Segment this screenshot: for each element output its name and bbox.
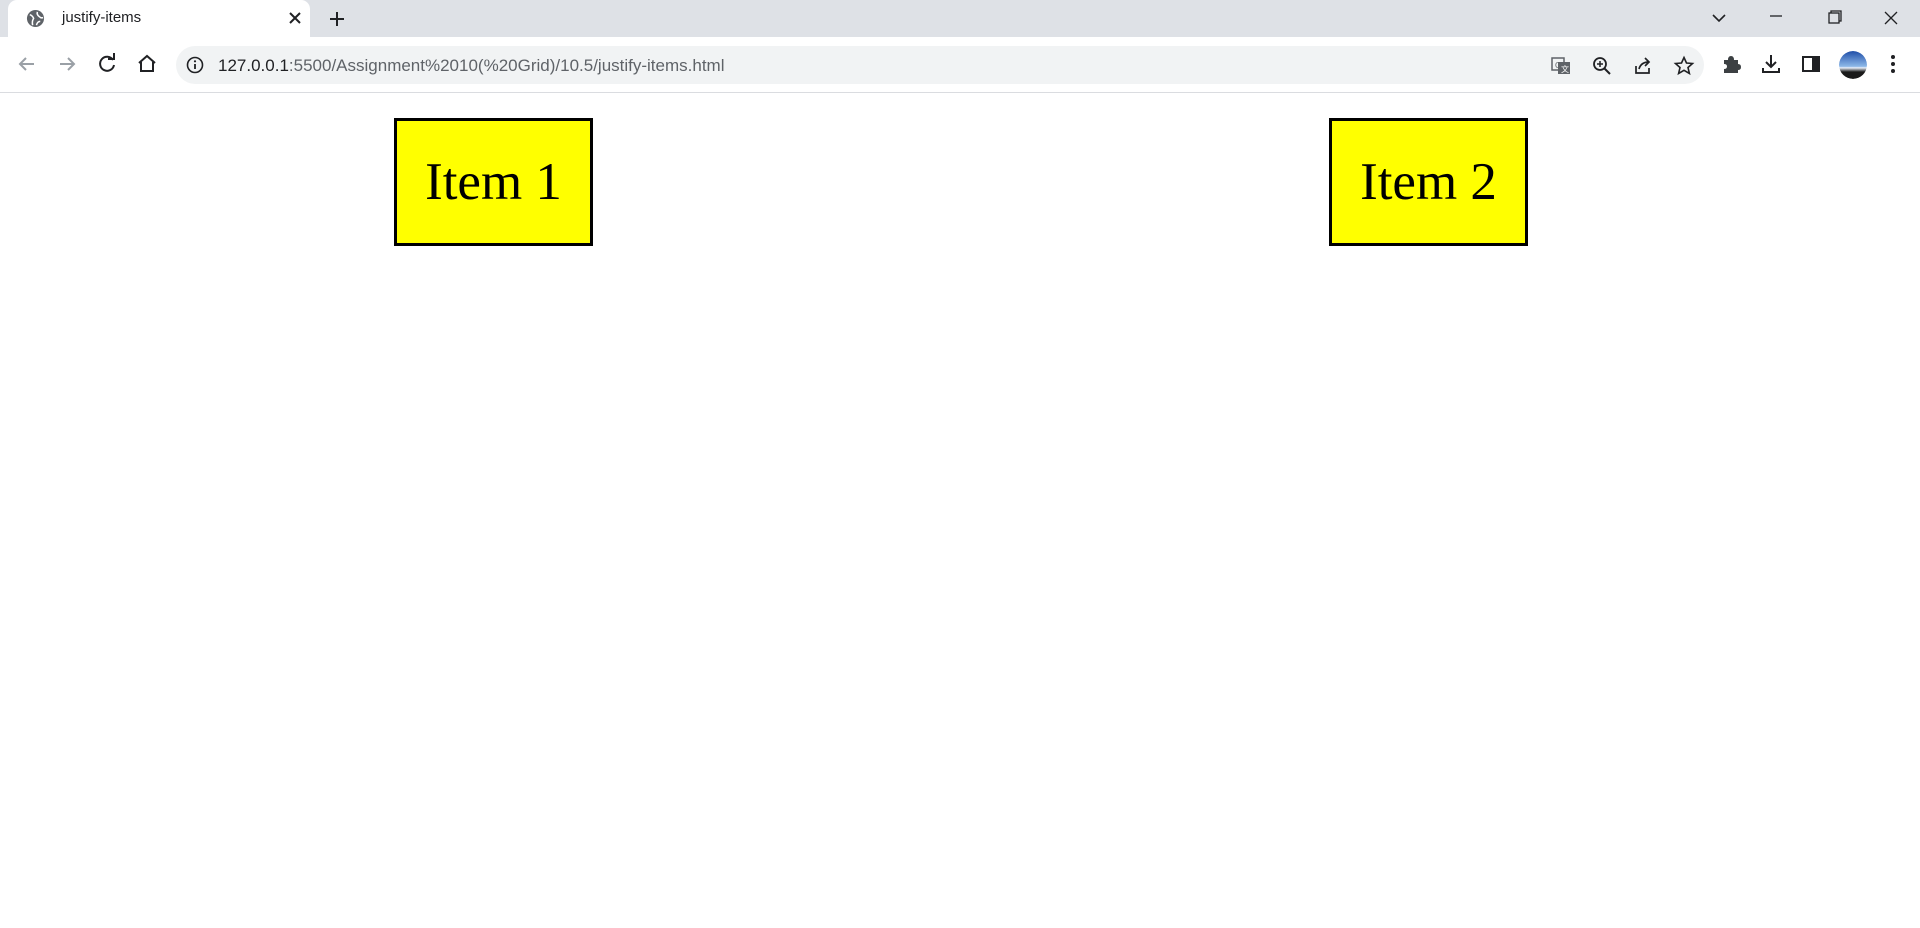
chevron-down-icon[interactable] [1704, 4, 1734, 32]
reload-icon[interactable] [94, 51, 120, 77]
download-icon[interactable] [1758, 51, 1784, 77]
restore-icon[interactable] [1819, 4, 1849, 32]
browser-tab[interactable]: justify-items [8, 0, 310, 37]
plus-icon[interactable] [325, 7, 349, 31]
side-panel-icon[interactable] [1798, 51, 1824, 77]
share-icon[interactable] [1632, 55, 1654, 77]
address-bar[interactable]: 127.0.0.1:5500/Assignment%2010(%20Grid)/… [176, 46, 1704, 84]
grid-item-1: Item 1 [394, 118, 593, 246]
svg-text:文: 文 [1561, 64, 1569, 74]
puzzle-icon[interactable] [1718, 51, 1744, 77]
kebab-menu-icon[interactable] [1880, 51, 1906, 77]
close-icon[interactable] [1876, 4, 1906, 32]
tab-strip: justify-items [0, 0, 1920, 37]
home-icon[interactable] [134, 51, 160, 77]
info-icon[interactable] [186, 56, 204, 74]
url-path: :5500/Assignment%2010(%20Grid)/10.5/just… [288, 56, 725, 75]
profile-avatar[interactable] [1839, 51, 1867, 79]
translate-icon[interactable]: G文 [1550, 55, 1572, 77]
star-icon[interactable] [1673, 55, 1695, 77]
forward-arrow-icon[interactable] [54, 51, 80, 77]
grid-item-2: Item 2 [1329, 118, 1528, 246]
url-text[interactable]: 127.0.0.1:5500/Assignment%2010(%20Grid)/… [218, 56, 725, 75]
zoom-icon[interactable] [1591, 55, 1613, 77]
tab-title: justify-items [62, 9, 142, 26]
back-arrow-icon[interactable] [14, 51, 40, 77]
minimize-icon[interactable] [1761, 4, 1791, 32]
url-host: 127.0.0.1 [218, 56, 289, 75]
globe-icon [26, 9, 45, 28]
close-icon[interactable] [286, 9, 304, 27]
browser-toolbar: 127.0.0.1:5500/Assignment%2010(%20Grid)/… [0, 37, 1920, 93]
